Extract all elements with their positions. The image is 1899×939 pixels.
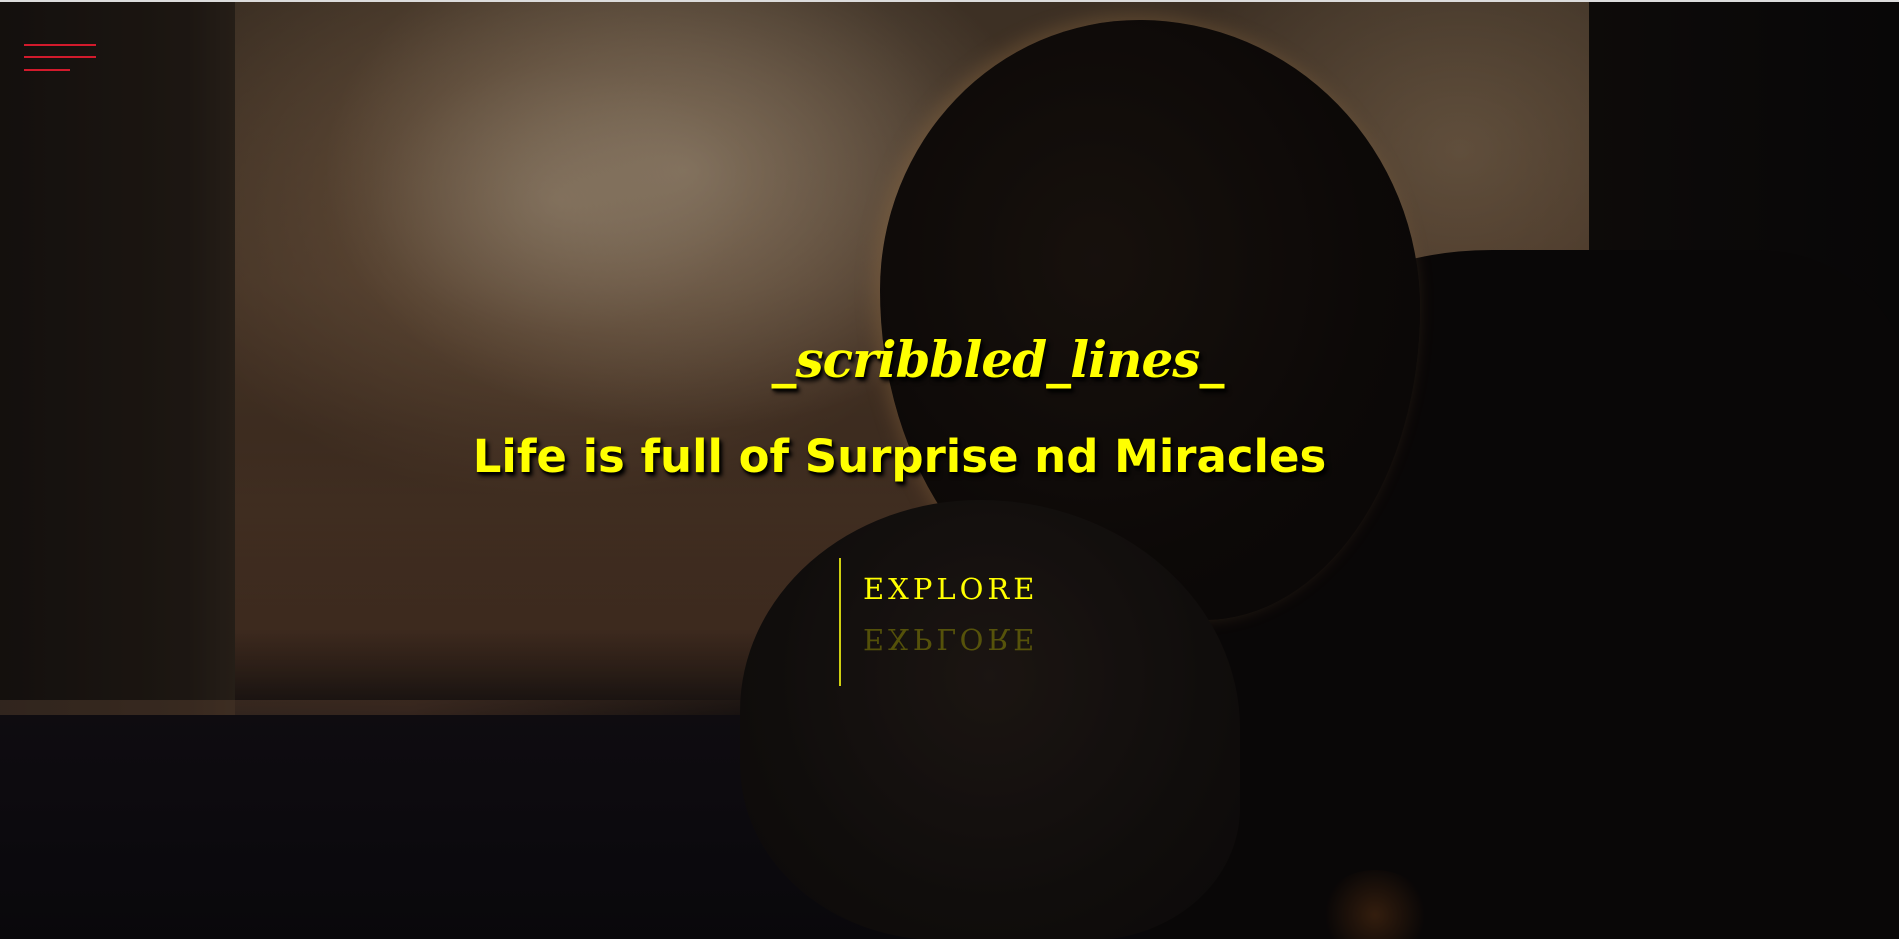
explore-link[interactable]: EXPLORE — [863, 564, 1038, 614]
menu-line-2 — [24, 56, 96, 58]
hero-tagline: Life is full of Surprise nd Miracles — [472, 430, 1327, 483]
menu-line-3 — [24, 69, 70, 71]
brand-title: _scribbled_lines_ — [771, 330, 1225, 389]
hero-section: _scribbled_lines_ Life is full of Surpri… — [0, 0, 1899, 939]
explore-reflection: EXPLORE — [863, 622, 1039, 656]
top-edge-line — [0, 0, 1899, 2]
explore-block: EXPLORE EXPLORE — [839, 558, 1038, 686]
menu-line-1 — [24, 44, 96, 46]
hamburger-menu-icon[interactable] — [24, 44, 96, 74]
